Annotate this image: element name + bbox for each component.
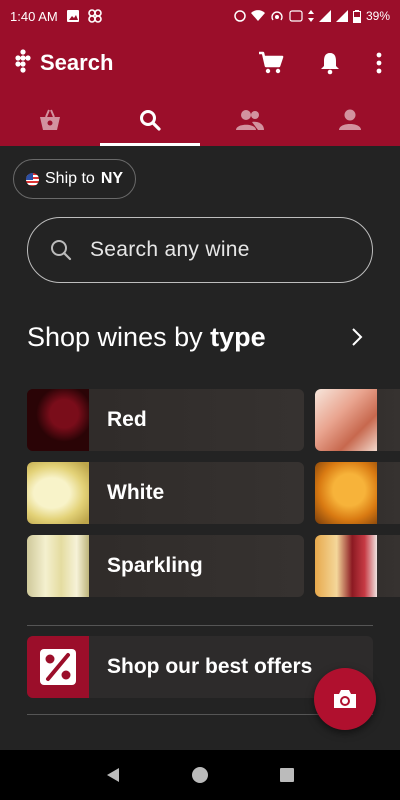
recents-icon[interactable] [278,766,296,784]
image-icon [66,10,79,22]
wine-type-white[interactable]: White [27,462,304,524]
ship-to-chip[interactable]: Ship to NY [13,159,137,199]
camera-icon [334,690,356,708]
wine-type-label: Red [107,408,147,431]
cart-icon[interactable] [258,51,284,75]
ship-to-state: NY [100,170,124,187]
shopping-bag-icon [40,109,60,130]
percent-icon [40,649,76,685]
bell-icon[interactable] [320,51,340,75]
percent-icon-box [27,636,89,698]
rose-wine-image [315,389,377,451]
white-wine-image [27,462,89,524]
divider [27,625,373,626]
people-icon [236,110,264,130]
system-nav-bar [0,750,400,800]
status-time: 1:40 AM [10,8,58,24]
volte-icon [289,10,303,22]
status-bar: 1:40 AM 39% [0,0,400,32]
section-title-bold: type [210,322,266,352]
tab-community[interactable] [200,94,300,146]
app-bar: Search [0,32,400,94]
tab-shop[interactable] [0,94,100,146]
tab-profile[interactable] [300,94,400,146]
wine-type-label: White [107,481,165,504]
search-input[interactable]: Search any wine [27,217,373,283]
wine-type-label: Sparkling [107,554,203,577]
best-offers-label: Shop our best offers [107,655,313,678]
search-placeholder: Search any wine [90,238,250,261]
battery-icon [352,9,361,23]
fortified-wine-image [315,535,377,597]
search-content: Ship to NY Search any wine Shop wines by… [0,146,400,750]
us-flag-icon [26,172,39,186]
signal-icon [318,10,331,22]
wine-type-fortified-partial[interactable] [315,535,400,597]
tab-bar [0,94,400,146]
person-icon [339,109,361,130]
ship-to-label: Ship to [45,170,95,187]
search-icon [51,240,72,261]
wine-type-sparkling[interactable]: Sparkling [27,535,304,597]
hotspot-icon [271,11,283,21]
section-title-prefix: Shop wines by [27,322,203,352]
wifi-icon [250,10,265,21]
camera-scan-button[interactable] [314,668,376,730]
grape-logo-icon [15,49,31,73]
section-title: Shop wines by type [27,322,266,353]
pinwheel-icon [87,9,102,23]
battery-percent: 39% [365,9,390,23]
page-title: Search [40,50,114,75]
dessert-wine-image [315,462,377,524]
sparkling-wine-image [27,535,89,597]
wine-type-red[interactable]: Red [27,389,304,451]
back-icon[interactable] [104,766,122,784]
wine-type-dessert-partial[interactable] [315,462,400,524]
red-wine-image [27,389,89,451]
tab-search[interactable] [100,94,200,146]
alarm-icon [234,10,246,22]
search-icon [140,110,161,131]
more-options-icon[interactable] [376,52,382,74]
home-icon[interactable] [191,766,209,784]
chevron-right-icon[interactable] [350,326,364,348]
data-arrows-icon [307,10,314,22]
signal-icon-2 [335,10,348,22]
wine-type-rose-partial[interactable] [315,389,400,451]
